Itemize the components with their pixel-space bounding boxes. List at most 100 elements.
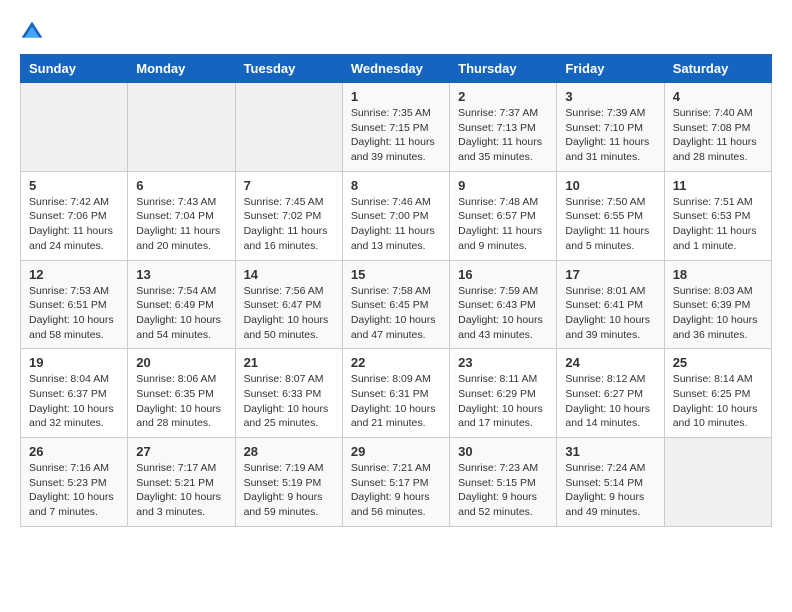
calendar-cell: 10Sunrise: 7:50 AM Sunset: 6:55 PM Dayli… [557, 171, 664, 260]
calendar-cell: 3Sunrise: 7:39 AM Sunset: 7:10 PM Daylig… [557, 83, 664, 172]
day-info: Sunrise: 7:46 AM Sunset: 7:00 PM Dayligh… [351, 195, 441, 254]
calendar-cell: 2 Sunrise: 7:37 AM Sunset: 7:13 PM Daylig… [450, 83, 557, 172]
calendar-cell: 6 Sunrise: 7:43 AM Sunset: 7:04 PM Daylig… [128, 171, 235, 260]
day-info: Sunrise: 7:37 AM Sunset: 7:13 PM Dayligh… [458, 106, 548, 165]
calendar-cell: 14 Sunrise: 7:56 AM Sunset: 6:47 PM Dayli… [235, 260, 342, 349]
day-info: Sunrise: 8:01 AM Sunset: 6:41 PM Dayligh… [565, 284, 655, 343]
calendar-week-5: 26 Sunrise: 7:16 AM Sunset: 5:23 PM Dayli… [21, 438, 772, 527]
day-number: 26 [29, 444, 119, 459]
day-number: 25 [673, 355, 763, 370]
calendar-cell: 20 Sunrise: 8:06 AM Sunset: 6:35 PM Dayli… [128, 349, 235, 438]
calendar-cell: 9 Sunrise: 7:48 AM Sunset: 6:57 PM Daylig… [450, 171, 557, 260]
calendar-cell [21, 83, 128, 172]
calendar-week-3: 12 Sunrise: 7:53 AM Sunset: 6:51 PM Dayli… [21, 260, 772, 349]
day-info: Sunrise: 7:42 AM Sunset: 7:06 PM Dayligh… [29, 195, 119, 254]
day-info: Sunrise: 7:19 AM Sunset: 5:19 PM Dayligh… [244, 461, 334, 520]
calendar-cell: 17 Sunrise: 8:01 AM Sunset: 6:41 PM Dayli… [557, 260, 664, 349]
day-number: 20 [136, 355, 226, 370]
calendar-cell: 19Sunrise: 8:04 AM Sunset: 6:37 PM Dayli… [21, 349, 128, 438]
day-number: 16 [458, 267, 548, 282]
calendar-cell: 7Sunrise: 7:45 AM Sunset: 7:02 PM Daylig… [235, 171, 342, 260]
calendar-cell: 18 Sunrise: 8:03 AM Sunset: 6:39 PM Dayli… [664, 260, 771, 349]
calendar-cell: 31 Sunrise: 7:24 AM Sunset: 5:14 PM Dayli… [557, 438, 664, 527]
day-info: Sunrise: 8:06 AM Sunset: 6:35 PM Dayligh… [136, 372, 226, 431]
day-info: Sunrise: 7:23 AM Sunset: 5:15 PM Dayligh… [458, 461, 548, 520]
day-number: 11 [673, 178, 763, 193]
calendar-cell: 16 Sunrise: 7:59 AM Sunset: 6:43 PM Dayli… [450, 260, 557, 349]
day-number: 2 [458, 89, 548, 104]
day-number: 23 [458, 355, 548, 370]
day-number: 17 [565, 267, 655, 282]
calendar-cell: 13 Sunrise: 7:54 AM Sunset: 6:49 PM Dayli… [128, 260, 235, 349]
day-number: 24 [565, 355, 655, 370]
day-number: 30 [458, 444, 548, 459]
day-number: 29 [351, 444, 441, 459]
day-info: Sunrise: 8:09 AM Sunset: 6:31 PM Dayligh… [351, 372, 441, 431]
calendar-cell [235, 83, 342, 172]
calendar-cell: 15 Sunrise: 7:58 AM Sunset: 6:45 PM Dayli… [342, 260, 449, 349]
day-info: Sunrise: 7:56 AM Sunset: 6:47 PM Dayligh… [244, 284, 334, 343]
calendar-cell: 12 Sunrise: 7:53 AM Sunset: 6:51 PM Dayli… [21, 260, 128, 349]
page-header [20, 20, 772, 44]
calendar-cell: 27 Sunrise: 7:17 AM Sunset: 5:21 PM Dayli… [128, 438, 235, 527]
day-number: 15 [351, 267, 441, 282]
calendar-cell: 11 Sunrise: 7:51 AM Sunset: 6:53 PM Dayli… [664, 171, 771, 260]
weekday-header-wednesday: Wednesday [342, 55, 449, 83]
calendar-cell: 24 Sunrise: 8:12 AM Sunset: 6:27 PM Dayli… [557, 349, 664, 438]
day-number: 19 [29, 355, 119, 370]
day-info: Sunrise: 8:11 AM Sunset: 6:29 PM Dayligh… [458, 372, 548, 431]
day-number: 1 [351, 89, 441, 104]
day-number: 12 [29, 267, 119, 282]
day-number: 27 [136, 444, 226, 459]
calendar-cell: 23 Sunrise: 8:11 AM Sunset: 6:29 PM Dayli… [450, 349, 557, 438]
calendar-cell: 1Sunrise: 7:35 AM Sunset: 7:15 PM Daylig… [342, 83, 449, 172]
day-info: Sunrise: 7:50 AM Sunset: 6:55 PM Dayligh… [565, 195, 655, 254]
day-info: Sunrise: 7:39 AM Sunset: 7:10 PM Dayligh… [565, 106, 655, 165]
day-info: Sunrise: 8:12 AM Sunset: 6:27 PM Dayligh… [565, 372, 655, 431]
calendar-cell: 25 Sunrise: 8:14 AM Sunset: 6:25 PM Dayli… [664, 349, 771, 438]
day-number: 22 [351, 355, 441, 370]
calendar-cell: 26 Sunrise: 7:16 AM Sunset: 5:23 PM Dayli… [21, 438, 128, 527]
calendar-cell: 29 Sunrise: 7:21 AM Sunset: 5:17 PM Dayli… [342, 438, 449, 527]
day-info: Sunrise: 7:51 AM Sunset: 6:53 PM Dayligh… [673, 195, 763, 254]
weekday-header-thursday: Thursday [450, 55, 557, 83]
day-number: 18 [673, 267, 763, 282]
day-info: Sunrise: 8:07 AM Sunset: 6:33 PM Dayligh… [244, 372, 334, 431]
calendar-cell: 21 Sunrise: 8:07 AM Sunset: 6:33 PM Dayli… [235, 349, 342, 438]
day-info: Sunrise: 7:48 AM Sunset: 6:57 PM Dayligh… [458, 195, 548, 254]
day-info: Sunrise: 7:59 AM Sunset: 6:43 PM Dayligh… [458, 284, 548, 343]
calendar-week-4: 19Sunrise: 8:04 AM Sunset: 6:37 PM Dayli… [21, 349, 772, 438]
calendar-week-1: 1Sunrise: 7:35 AM Sunset: 7:15 PM Daylig… [21, 83, 772, 172]
day-info: Sunrise: 8:03 AM Sunset: 6:39 PM Dayligh… [673, 284, 763, 343]
day-number: 21 [244, 355, 334, 370]
day-number: 9 [458, 178, 548, 193]
day-number: 6 [136, 178, 226, 193]
calendar-cell: 4Sunrise: 7:40 AM Sunset: 7:08 PM Daylig… [664, 83, 771, 172]
day-info: Sunrise: 7:43 AM Sunset: 7:04 PM Dayligh… [136, 195, 226, 254]
day-info: Sunrise: 7:24 AM Sunset: 5:14 PM Dayligh… [565, 461, 655, 520]
calendar-week-2: 5 Sunrise: 7:42 AM Sunset: 7:06 PM Daylig… [21, 171, 772, 260]
calendar-cell: 5 Sunrise: 7:42 AM Sunset: 7:06 PM Daylig… [21, 171, 128, 260]
weekday-header-monday: Monday [128, 55, 235, 83]
day-info: Sunrise: 8:14 AM Sunset: 6:25 PM Dayligh… [673, 372, 763, 431]
logo-icon [20, 20, 44, 44]
calendar-cell [664, 438, 771, 527]
day-info: Sunrise: 7:45 AM Sunset: 7:02 PM Dayligh… [244, 195, 334, 254]
day-number: 28 [244, 444, 334, 459]
day-info: Sunrise: 7:21 AM Sunset: 5:17 PM Dayligh… [351, 461, 441, 520]
calendar-header-row: SundayMondayTuesdayWednesdayThursdayFrid… [21, 55, 772, 83]
day-info: Sunrise: 7:40 AM Sunset: 7:08 PM Dayligh… [673, 106, 763, 165]
weekday-header-tuesday: Tuesday [235, 55, 342, 83]
weekday-header-saturday: Saturday [664, 55, 771, 83]
day-info: Sunrise: 7:53 AM Sunset: 6:51 PM Dayligh… [29, 284, 119, 343]
day-number: 5 [29, 178, 119, 193]
day-number: 31 [565, 444, 655, 459]
day-number: 13 [136, 267, 226, 282]
day-info: Sunrise: 7:16 AM Sunset: 5:23 PM Dayligh… [29, 461, 119, 520]
day-info: Sunrise: 7:58 AM Sunset: 6:45 PM Dayligh… [351, 284, 441, 343]
day-number: 8 [351, 178, 441, 193]
day-info: Sunrise: 7:54 AM Sunset: 6:49 PM Dayligh… [136, 284, 226, 343]
day-number: 14 [244, 267, 334, 282]
day-info: Sunrise: 7:17 AM Sunset: 5:21 PM Dayligh… [136, 461, 226, 520]
calendar-table: SundayMondayTuesdayWednesdayThursdayFrid… [20, 54, 772, 527]
